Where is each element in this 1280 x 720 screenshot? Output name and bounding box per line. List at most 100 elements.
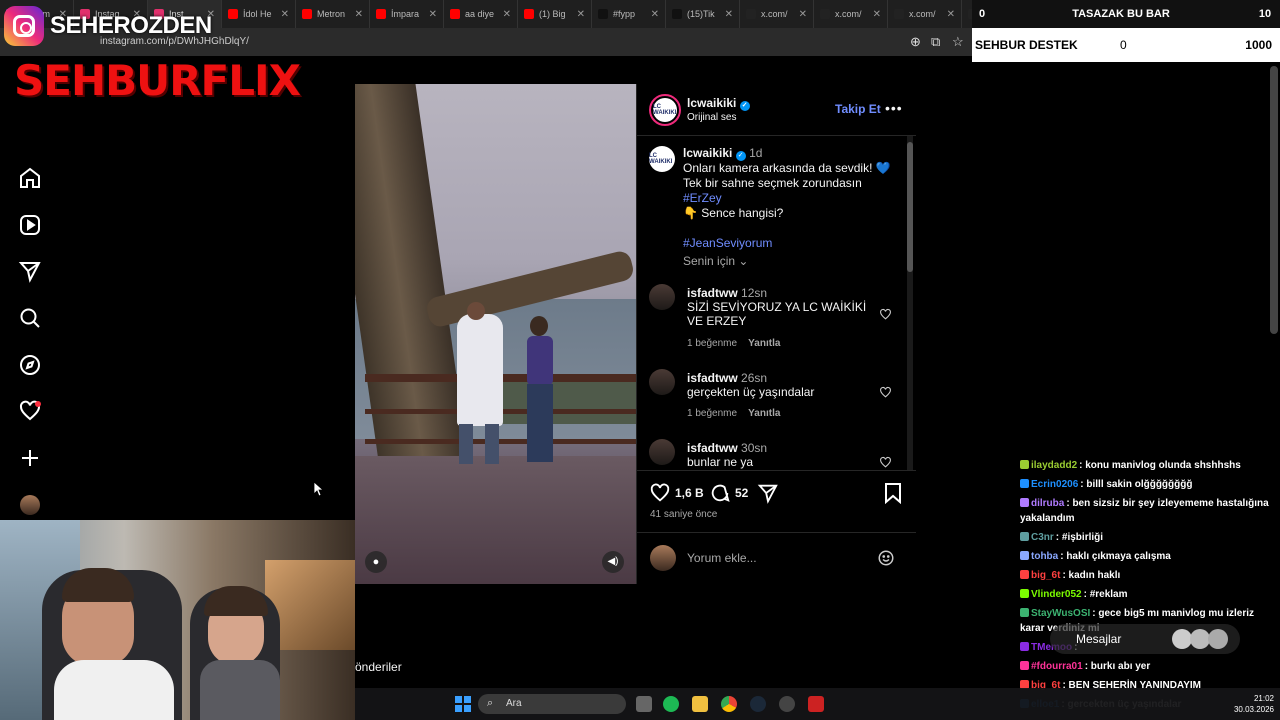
comment-text: gerçekten üç yaşındalar (687, 385, 815, 399)
hashtag-link[interactable]: #ErZey (683, 191, 722, 205)
comment-username[interactable]: isfadtww (687, 371, 738, 385)
audio-toggle-icon[interactable]: ◀) (602, 551, 624, 573)
tab-close-icon[interactable]: ✕ (799, 9, 807, 20)
chat-username[interactable]: dilruba (1031, 498, 1064, 509)
spotify-icon[interactable] (663, 696, 679, 712)
tab-close-icon[interactable]: ✕ (947, 9, 955, 20)
author-username[interactable]: lcwaikiki ✓ (687, 96, 750, 111)
comment-avatar[interactable] (649, 439, 675, 465)
comment-username[interactable]: isfadtww (687, 286, 738, 300)
chat-username[interactable]: #fdourra01 (1031, 661, 1083, 672)
browser-tab[interactable]: #fypp ✕ (592, 0, 666, 28)
steam-icon[interactable] (750, 696, 766, 712)
chat-username[interactable]: Vlinder052 (1031, 589, 1082, 600)
browser-tab[interactable]: x.com/ ✕ (814, 0, 888, 28)
browser-tab[interactable]: Metron ✕ (296, 0, 370, 28)
tab-label: (15)Tik (687, 9, 715, 19)
reels-icon[interactable] (18, 213, 42, 237)
browser-tab[interactable]: x.com/ ✕ (740, 0, 814, 28)
tab-close-icon[interactable]: ✕ (651, 9, 659, 20)
home-icon[interactable] (18, 166, 42, 190)
app-icon[interactable] (779, 696, 795, 712)
caption-username[interactable]: lcwaikiki (683, 146, 732, 160)
browser-tab[interactable]: x.com/ ✕ (888, 0, 962, 28)
reply-button[interactable]: Yanıtla (748, 338, 780, 349)
audio-label[interactable]: Orijinal ses (687, 112, 736, 123)
chat-username[interactable]: tohba (1031, 551, 1058, 562)
like-count[interactable]: 1,6 B (675, 486, 704, 500)
file-explorer-icon[interactable] (692, 696, 708, 712)
caption: lcwaikiki ✓ 1d Onları kamera arkasında d… (683, 146, 903, 251)
browser-tab[interactable]: (15)Tik ✕ (666, 0, 740, 28)
tab-close-icon[interactable]: ✕ (577, 9, 585, 20)
messages-button[interactable]: Mesajlar (1050, 624, 1240, 654)
browser-tab[interactable]: İdol He ✕ (222, 0, 296, 28)
streamer-name: SEHEROZDEN (50, 12, 212, 39)
search-icon[interactable] (18, 306, 42, 330)
taskbar-search[interactable]: Ara (478, 694, 626, 714)
start-icon[interactable] (455, 696, 471, 717)
tab-close-icon[interactable]: ✕ (355, 9, 363, 20)
chat-badge-icon (1020, 551, 1029, 560)
tab-label: x.com/ (835, 9, 862, 19)
bookmark-star-icon[interactable]: ☆ (952, 34, 964, 50)
save-icon[interactable] (883, 482, 903, 509)
profile-avatar[interactable] (20, 495, 40, 515)
search-icon: ⌕ (487, 697, 494, 709)
comment-count[interactable]: 52 (735, 486, 748, 500)
tab-label: x.com/ (761, 9, 788, 19)
browser-tab[interactable]: (1) Big ✕ (518, 0, 592, 28)
comment-input[interactable]: Yorum ekle... (687, 551, 757, 565)
share-icon[interactable] (757, 482, 779, 509)
install-icon[interactable]: ⧉ (931, 34, 940, 50)
tab-close-icon[interactable]: ✕ (503, 9, 511, 20)
chat-username[interactable]: Ecrin0206 (1031, 479, 1078, 490)
chrome-icon[interactable] (721, 696, 737, 712)
zoom-icon[interactable]: ⊕ (910, 34, 921, 50)
tab-close-icon[interactable]: ✕ (429, 9, 437, 20)
url-field[interactable]: instagram.com/p/DWhJHGhDlqY/ (100, 32, 900, 52)
messages-icon[interactable] (18, 259, 42, 283)
emoji-icon[interactable] (877, 549, 895, 572)
browser-tab[interactable]: aa diye ✕ (444, 0, 518, 28)
comment-like-icon[interactable] (879, 386, 892, 404)
tab-close-icon[interactable]: ✕ (873, 9, 881, 20)
comment-username[interactable]: isfadtww (687, 441, 738, 455)
author-avatar-ring[interactable]: LC WAIKIKI (649, 94, 681, 126)
caption-avatar[interactable]: LC WAIKIKI (649, 146, 675, 172)
comments-scrollbar[interactable] (907, 136, 913, 470)
like-icon[interactable] (649, 482, 671, 509)
chat-username[interactable]: C3nr (1031, 532, 1054, 543)
chat-badge-icon (1020, 479, 1029, 488)
follow-button[interactable]: Takip Et (835, 102, 881, 116)
app-icon-2[interactable] (808, 696, 824, 712)
tab-favicon-icon (598, 9, 608, 19)
comment-sort-dropdown[interactable]: Senin için ⌄ (683, 254, 748, 268)
more-options-icon[interactable]: ••• (885, 100, 903, 116)
browser-tab[interactable]: İmpara ✕ (370, 0, 444, 28)
comment-like-icon[interactable] (879, 308, 892, 326)
chat-username[interactable]: big_6t (1031, 570, 1060, 581)
clock[interactable]: 21:02 30.03.2026 (1230, 693, 1274, 715)
post-video[interactable]: ● ◀) (355, 84, 636, 584)
comment-avatar[interactable] (649, 369, 675, 395)
comment-like-icon[interactable] (879, 456, 892, 474)
task-view-icon[interactable] (636, 696, 652, 712)
tab-close-icon[interactable]: ✕ (281, 9, 289, 20)
tab-close-icon[interactable]: ✕ (725, 9, 733, 20)
comment-likes[interactable]: 1 beğenme (687, 338, 737, 349)
comment-icon[interactable] (709, 482, 731, 509)
comment-avatar[interactable] (649, 284, 675, 310)
comment-likes[interactable]: 1 beğenme (687, 408, 737, 419)
hashtag-link-2[interactable]: #JeanSeviyorum (683, 236, 772, 250)
explore-icon[interactable] (18, 353, 42, 377)
notifications-heart-icon[interactable] (18, 399, 42, 423)
goal-target: 1000 (1245, 38, 1272, 52)
page-scrollbar[interactable] (1270, 66, 1278, 334)
tagged-user-icon[interactable]: ● (365, 551, 387, 573)
create-icon[interactable] (18, 446, 42, 470)
chat-username[interactable]: StayWusOSI (1031, 608, 1090, 619)
chat-username[interactable]: ilaydadd2 (1031, 460, 1077, 471)
post-details-panel: LC WAIKIKI lcwaikiki ✓ Orijinal ses Taki… (636, 84, 916, 584)
reply-button[interactable]: Yanıtla (748, 408, 780, 419)
